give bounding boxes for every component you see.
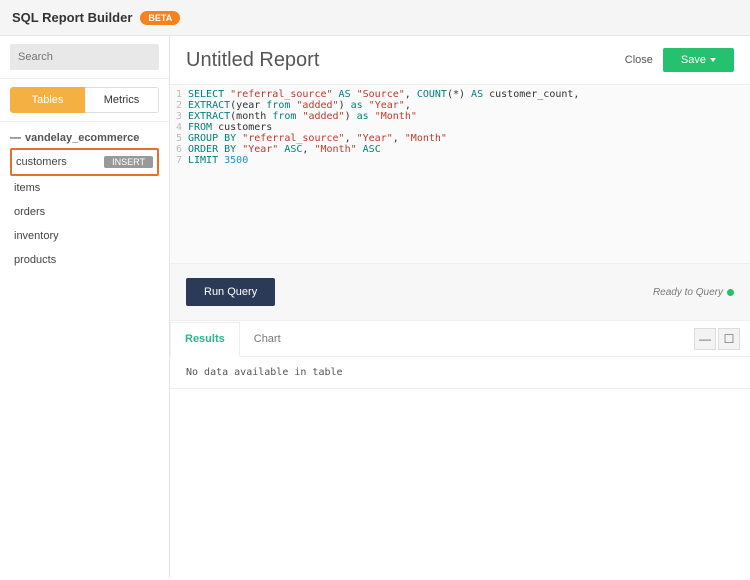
code-line[interactable]: SELECT "referral_source" AS "Source", CO… [188,89,579,100]
table-name: products [14,254,56,266]
code-line[interactable]: EXTRACT(year from "added") as "Year", [188,100,411,111]
minimize-icon[interactable]: — [694,328,716,350]
status-text: Ready to Query [653,287,723,298]
main-panel: Untitled Report Close Save 1SELECT "refe… [170,36,750,578]
app-header: SQL Report Builder BETA [0,0,750,36]
table-item-inventory[interactable]: inventory [10,224,159,248]
search-input[interactable] [10,44,159,70]
line-number: 2 [170,100,188,111]
table-name: orders [14,206,45,218]
insert-button[interactable]: INSERT [104,156,153,168]
table-item-products[interactable]: products [10,248,159,272]
table-name: items [14,182,40,194]
table-item-customers[interactable]: customers INSERT [10,148,159,176]
save-button[interactable]: Save [663,48,734,72]
line-number: 1 [170,89,188,100]
code-line[interactable]: EXTRACT(month from "added") as "Month" [188,111,417,122]
table-item-items[interactable]: items [10,176,159,200]
table-item-orders[interactable]: orders [10,200,159,224]
run-query-button[interactable]: Run Query [186,278,275,306]
line-number: 3 [170,111,188,122]
tab-results[interactable]: Results [170,322,240,357]
results-empty-message: No data available in table [170,357,750,389]
status-dot-icon [727,289,734,296]
report-title[interactable]: Untitled Report [186,49,319,72]
collapse-icon: — [10,132,21,144]
sidebar: Tables Metrics — vandelay_ecommerce cust… [0,36,170,578]
table-name: inventory [14,230,59,242]
line-number: 5 [170,133,188,144]
database-header[interactable]: — vandelay_ecommerce [10,132,159,144]
code-line[interactable]: FROM customers [188,122,272,133]
maximize-icon[interactable]: ☐ [718,328,740,350]
sql-editor[interactable]: 1SELECT "referral_source" AS "Source", C… [170,84,750,264]
code-line[interactable]: LIMIT 3500 [188,155,248,166]
beta-badge: BETA [140,11,180,25]
chevron-down-icon [710,58,716,62]
close-button[interactable]: Close [625,54,653,66]
app-title: SQL Report Builder [12,10,132,25]
line-number: 4 [170,122,188,133]
code-line[interactable]: GROUP BY "referral_source", "Year", "Mon… [188,133,447,144]
query-status: Ready to Query [653,287,734,298]
table-name: customers [16,156,67,168]
database-name: vandelay_ecommerce [25,132,139,144]
line-number: 6 [170,144,188,155]
code-line[interactable]: ORDER BY "Year" ASC, "Month" ASC [188,144,381,155]
tab-chart[interactable]: Chart [240,323,295,355]
tab-metrics[interactable]: Metrics [85,87,159,113]
save-label: Save [681,54,706,66]
tab-tables[interactable]: Tables [10,87,85,113]
line-number: 7 [170,155,188,166]
